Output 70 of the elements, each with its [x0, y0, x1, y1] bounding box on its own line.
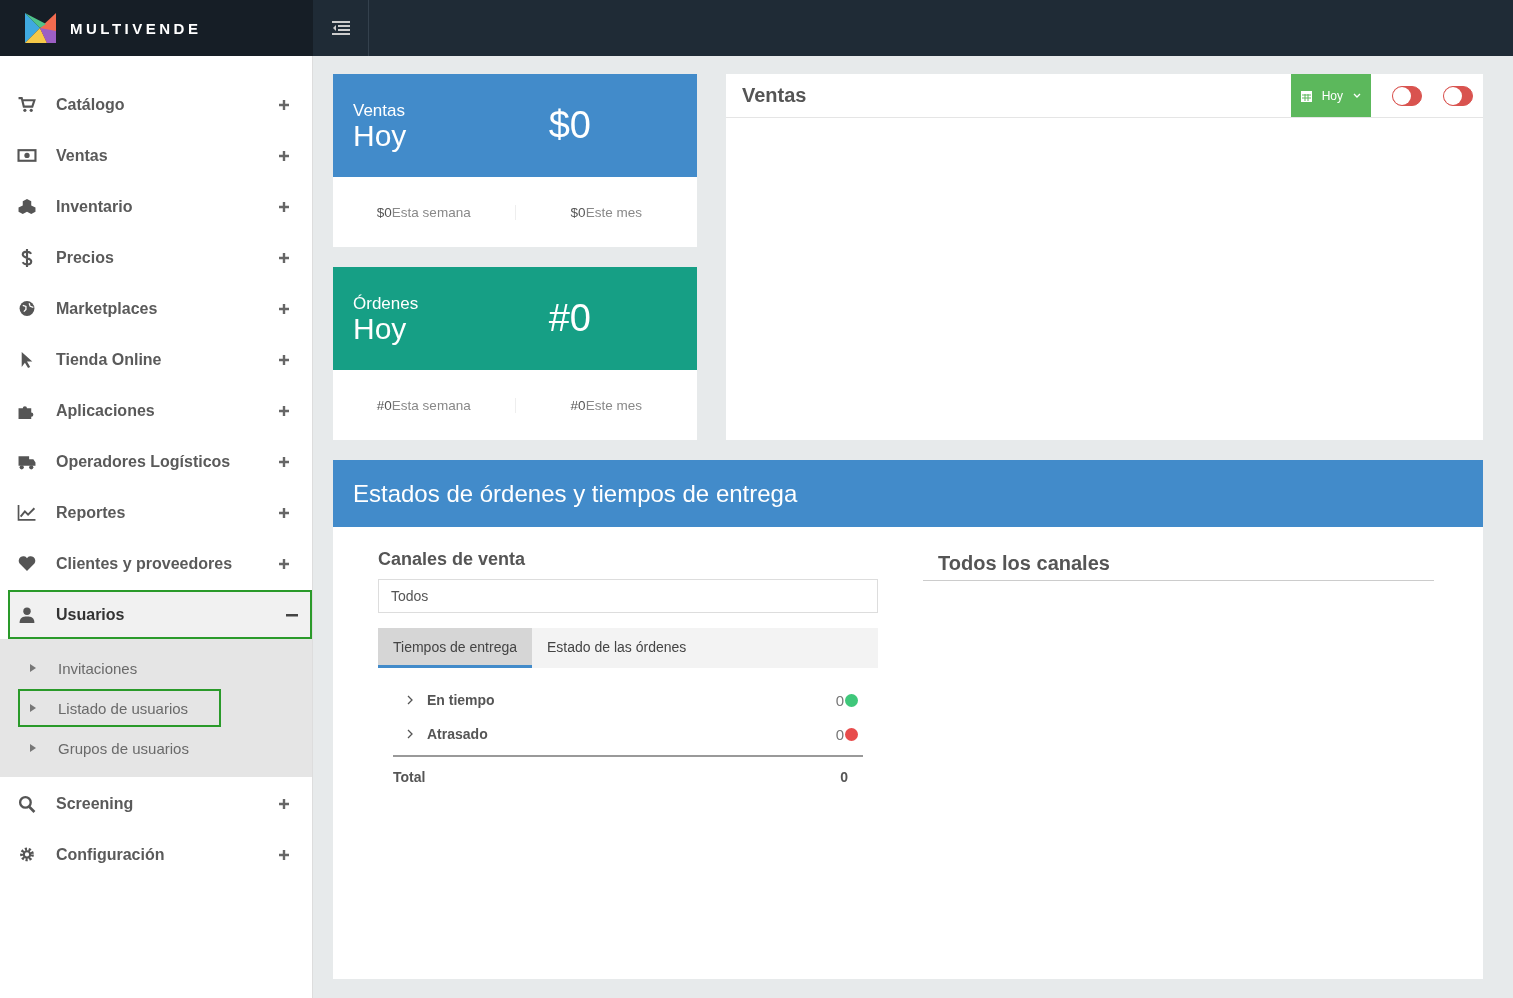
stat-title: Ventas: [353, 100, 406, 121]
sidebar-item[interactable]: Usuarios: [8, 590, 312, 639]
row-count: 0: [835, 725, 844, 743]
stat-footer-text: $0Este mes: [570, 204, 642, 220]
sidebar-item[interactable]: Reportes: [8, 488, 304, 537]
field-label: Canales de venta: [378, 549, 527, 570]
plus-icon: [278, 506, 290, 519]
sidebar-item[interactable]: Marketplaces: [8, 284, 304, 333]
plus-icon: [278, 797, 290, 810]
plus-icon: [278, 404, 290, 417]
sidebar-item[interactable]: Precios: [8, 233, 304, 282]
sidebar-item[interactable]: Catálogo: [8, 80, 304, 129]
plus-icon: [278, 848, 290, 861]
sidebar-item[interactable]: Clientes y proveedores: [8, 539, 304, 588]
brand-name: MULTIVENDE: [70, 19, 202, 37]
sidebar-item[interactable]: Screening: [8, 779, 304, 828]
stat-value: #0: [548, 297, 591, 340]
chevron-right-icon[interactable]: [407, 729, 413, 739]
user-icon: [17, 605, 37, 624]
plus-icon: [278, 200, 290, 213]
line-chart-icon: [17, 503, 37, 522]
search-icon: [17, 794, 37, 813]
plus-icon: [278, 455, 290, 468]
settings-icon: [17, 845, 37, 864]
sidebar-item[interactable]: Configuración: [8, 830, 304, 879]
caret-icon: [30, 744, 36, 752]
total-value: 0: [840, 769, 848, 785]
tab[interactable]: Estado de las órdenes: [532, 628, 702, 668]
submenu-item[interactable]: Grupos de usuarios: [18, 729, 221, 767]
chevron-down-icon: [1353, 93, 1361, 98]
submenu-item[interactable]: Invitaciones: [18, 649, 221, 687]
plus-icon: [278, 302, 290, 315]
banknote-icon: [17, 146, 37, 165]
panel-title: Ventas: [741, 84, 808, 107]
channel-select[interactable]: Todos: [378, 579, 878, 613]
toggle-switch[interactable]: [1392, 85, 1422, 106]
section-banner: Estados de órdenes y tiempos de entrega: [333, 460, 1483, 527]
calendar-icon: [1300, 89, 1312, 102]
section-heading: Todos los canales: [923, 549, 1434, 581]
plus-icon: [278, 557, 290, 570]
tab[interactable]: Tiempos de entrega: [378, 628, 532, 668]
sidebar-item[interactable]: Aplicaciones: [8, 386, 304, 435]
plus-icon: [278, 149, 290, 162]
stat-footer-text: #0Esta semana: [376, 397, 471, 413]
menu-icon: [331, 21, 350, 35]
caret-icon: [30, 664, 36, 672]
caret-icon: [30, 704, 36, 712]
total-label: Total: [393, 769, 427, 785]
sidebar-item[interactable]: Inventario: [8, 182, 304, 231]
stat-period: Hoy: [353, 313, 408, 344]
plus-icon: [278, 353, 290, 366]
plus-icon: [278, 98, 290, 111]
sidebar-item[interactable]: Ventas: [8, 131, 304, 180]
heart-icon: [17, 554, 37, 573]
row-count: 0: [835, 691, 844, 709]
cart-icon: [17, 95, 37, 114]
chevron-right-icon[interactable]: [407, 695, 413, 705]
sidebar-item[interactable]: Operadores Logísticos: [8, 437, 304, 486]
row-label: Atrasado: [427, 726, 489, 742]
sidebar-item[interactable]: Tienda Online: [8, 335, 304, 384]
plus-icon: [278, 251, 290, 264]
stat-footer-text: $0Esta semana: [376, 204, 471, 220]
toggle-switch[interactable]: [1443, 85, 1473, 106]
submenu-item[interactable]: Listado de usuarios: [18, 689, 221, 727]
stat-title: Órdenes: [353, 293, 419, 314]
logo-icon: [25, 13, 56, 43]
row-label: En tiempo: [427, 692, 496, 708]
stat-period: Hoy: [353, 120, 407, 151]
stat-value: $0: [548, 104, 591, 147]
stat-footer-text: #0Este mes: [570, 397, 642, 413]
